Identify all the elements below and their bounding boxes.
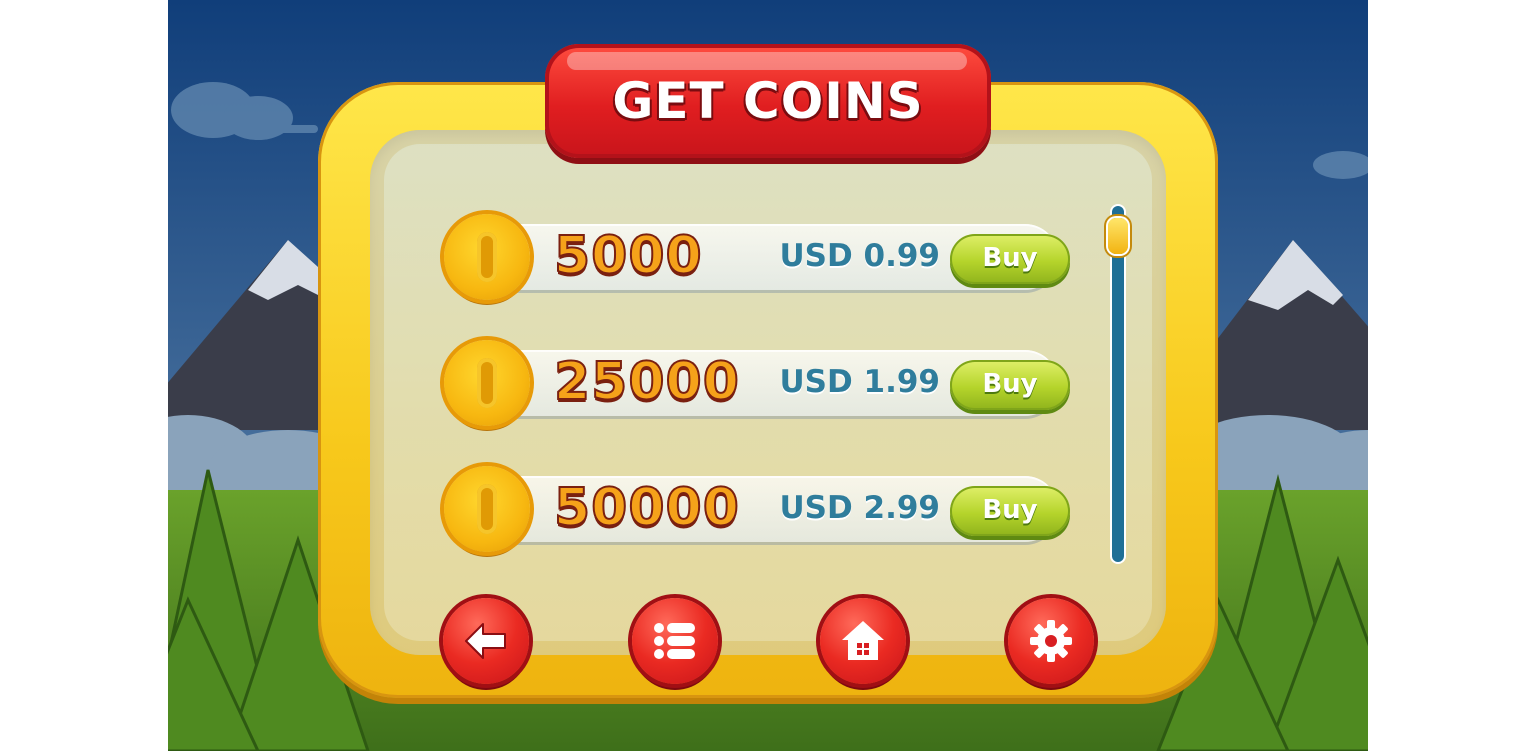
buy-button[interactable]: Buy (950, 360, 1070, 410)
coin-amount: 50000 (553, 477, 740, 539)
title-banner: GET COINS (545, 44, 991, 158)
back-arrow-icon (465, 623, 506, 659)
back-button[interactable] (443, 598, 529, 684)
coin-icon (444, 214, 530, 300)
offer-price: USD 1.99 (779, 364, 940, 400)
offer-row: 25000 USD 1.99 Buy (444, 340, 1074, 430)
gear-icon (1030, 620, 1072, 662)
home-button[interactable] (820, 598, 906, 684)
coin-icon (444, 340, 530, 426)
offer-row: 50000 USD 2.99 Buy (444, 466, 1074, 556)
buy-button[interactable]: Buy (950, 486, 1070, 536)
scrollbar-track[interactable] (1112, 206, 1124, 562)
menu-list-icon (654, 623, 695, 659)
scrollbar-thumb[interactable] (1108, 218, 1128, 254)
offer-row: 5000 USD 0.99 Buy (444, 214, 1074, 304)
offer-price: USD 2.99 (779, 490, 940, 526)
buy-button[interactable]: Buy (950, 234, 1070, 284)
home-icon (842, 621, 884, 660)
settings-button[interactable] (1008, 598, 1094, 684)
page-title: GET COINS (612, 72, 924, 130)
offer-price: USD 0.99 (779, 238, 940, 274)
coin-amount: 5000 (553, 225, 703, 287)
coin-amount: 25000 (553, 351, 740, 413)
menu-button[interactable] (632, 598, 718, 684)
coin-icon (444, 466, 530, 552)
